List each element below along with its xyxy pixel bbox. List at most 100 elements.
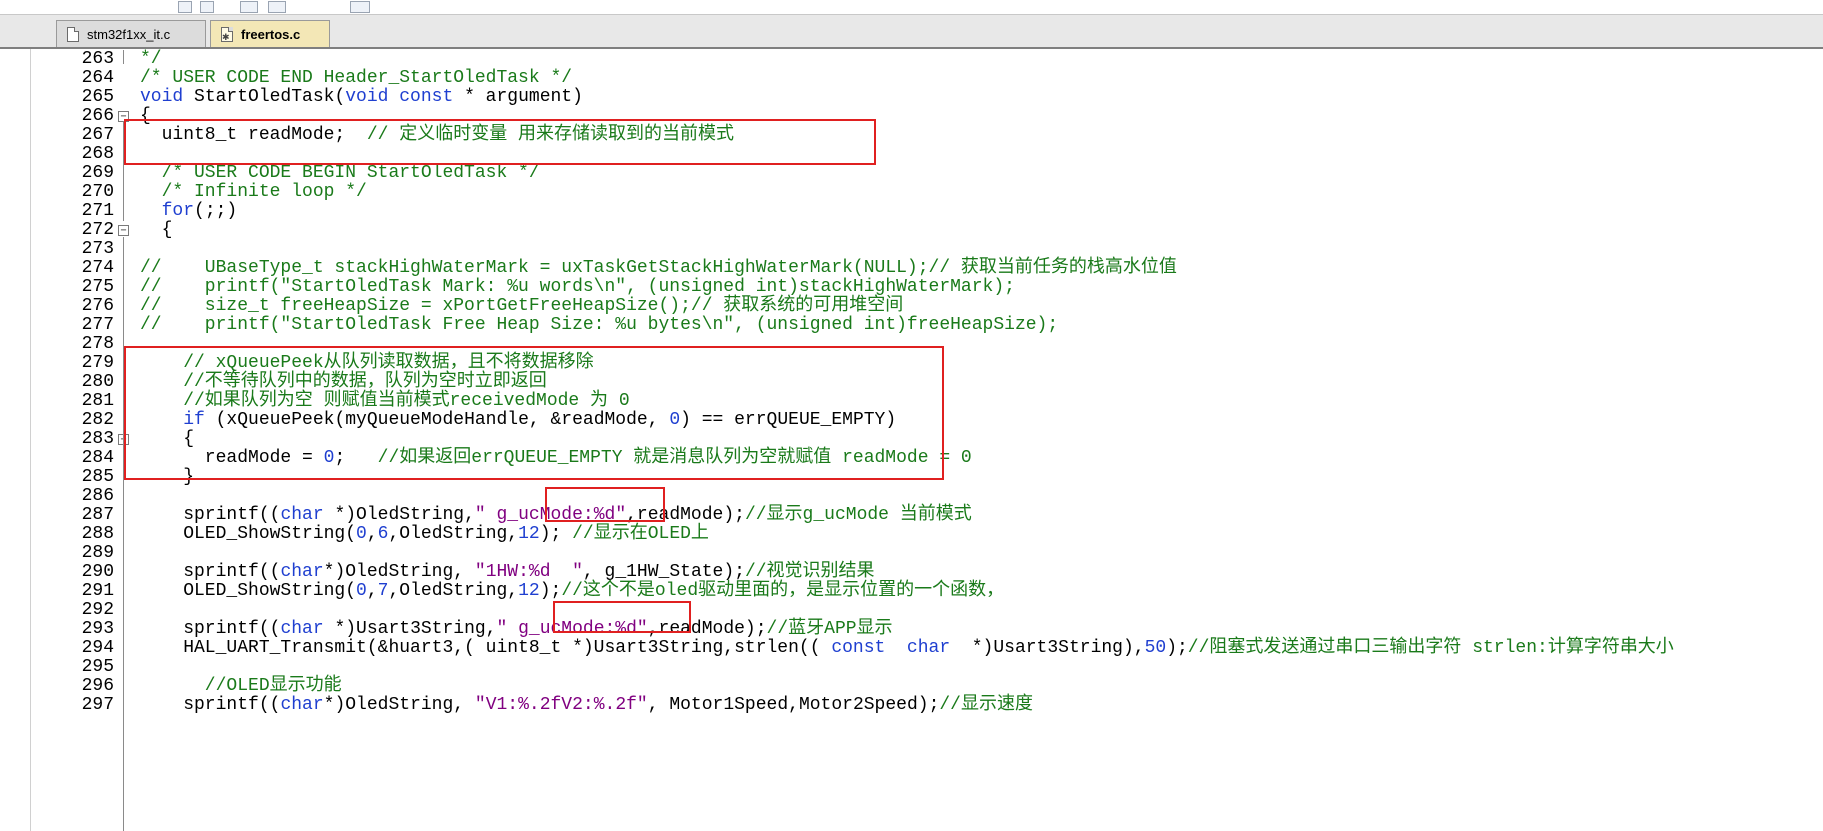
code-line[interactable]: 263 */	[0, 50, 1823, 69]
tab-label: stm32f1xx_it.c	[87, 26, 171, 42]
toolbar	[0, 0, 1823, 15]
code-line[interactable]: 297 sprintf((char*)OledString, "V1:%.2fV…	[0, 696, 1823, 715]
code-token: 50	[1144, 638, 1167, 658]
code-text: //OLED显示功能	[140, 677, 342, 696]
code-line[interactable]: 289	[0, 544, 1823, 563]
code-token: sprintf((	[140, 695, 281, 715]
code-token: //蓝牙APP显示	[766, 619, 893, 639]
line-number: 267	[81, 125, 114, 145]
code-line[interactable]: 276 // size_t freeHeapSize = xPortGetFree…	[0, 297, 1823, 316]
code-line[interactable]: 291 OLED_ShowString(0,7,OledString,12);/…	[0, 582, 1823, 601]
line-number: 264	[81, 68, 114, 88]
fold-toggle-icon[interactable]: −	[118, 225, 129, 236]
toolbar-button[interactable]	[268, 1, 286, 13]
line-number: 297	[81, 695, 114, 715]
code-line[interactable]: 287 sprintf((char *)OledString," g_ucMod…	[0, 506, 1823, 525]
code-line[interactable]: 293 sprintf((char *)Usart3String," g_ucM…	[0, 620, 1823, 639]
code-line[interactable]: 270 /* Infinite loop */	[0, 183, 1823, 202]
code-line[interactable]: 283− {	[0, 430, 1823, 449]
code-token: //显示速度	[939, 695, 1033, 715]
code-line[interactable]: 272− {	[0, 221, 1823, 240]
code-text: //不等待队列中的数据，队列为空时立即返回	[140, 373, 547, 392]
code-line[interactable]: 268	[0, 145, 1823, 164]
code-token: sprintf((	[140, 562, 281, 582]
toolbar-button[interactable]	[178, 1, 192, 13]
line-number: 295	[81, 657, 114, 677]
code-text: sprintf((char*)OledString, "1HW:%d ", g_…	[140, 562, 875, 582]
line-number: 280	[81, 372, 114, 392]
line-number: 289	[81, 543, 114, 563]
code-token: */	[140, 49, 162, 69]
code-token: *)Usart3String),	[950, 638, 1145, 658]
code-token: StartOledTask(	[183, 87, 346, 107]
line-number: 265	[81, 87, 114, 107]
code-line[interactable]: 271 for(;;)	[0, 202, 1823, 221]
code-token: char	[280, 505, 324, 525]
code-text: for(;;)	[140, 201, 238, 221]
code-editor[interactable]: 263 */ 264 /* USER CODE END Header_StartOle…	[0, 49, 1823, 831]
code-token: //视觉识别结果	[744, 562, 875, 582]
toolbar-button[interactable]	[200, 1, 214, 13]
code-token: 12	[518, 524, 540, 544]
code-token: sprintf((	[140, 619, 281, 639]
code-line[interactable]: 279 // xQueuePeek从队列读取数据，且不将数据移除	[0, 354, 1823, 373]
code-line[interactable]: 278	[0, 335, 1823, 354]
code-text: // UBaseType_t stackHighWaterMark = uxTa…	[140, 259, 1177, 278]
code-text: // printf("StartOledTask Mark: %u words\…	[140, 278, 1015, 297]
modified-file-icon	[221, 26, 233, 43]
code-line[interactable]: 292	[0, 601, 1823, 620]
code-line[interactable]: 281 //如果队列为空 则赋值当前模式receivedMode 为 0	[0, 392, 1823, 411]
code-text: /* USER CODE BEGIN StartOledTask */	[140, 164, 540, 183]
tab-freertos-c[interactable]: freertos.c	[210, 20, 330, 47]
code-text: */	[140, 50, 162, 69]
code-token: {	[140, 106, 151, 126]
line-number: 268	[81, 144, 114, 164]
code-token: 0	[356, 524, 367, 544]
code-line[interactable]: 273	[0, 240, 1823, 259]
code-token: ,OledString,	[388, 524, 519, 544]
line-number: 270	[81, 182, 114, 202]
code-line[interactable]: 277 // printf("StartOledTask Free Heap Si…	[0, 316, 1823, 335]
code-token: *)Usart3String,	[323, 619, 497, 639]
toolbar-button[interactable]	[350, 1, 370, 13]
code-line[interactable]: 269 /* USER CODE BEGIN StartOledTask */	[0, 164, 1823, 183]
code-token: OLED_ShowString(	[140, 581, 357, 601]
code-token: // printf("StartOledTask Free Heap Size:…	[140, 315, 1059, 335]
code-line[interactable]: 284 readMode = 0; //如果返回errQUEUE_EMPTY 就…	[0, 449, 1823, 468]
code-line[interactable]: 285 }	[0, 468, 1823, 487]
toolbar-button[interactable]	[240, 1, 258, 13]
code-text: {	[140, 107, 151, 126]
code-text: // xQueuePeek从队列读取数据，且不将数据移除	[140, 353, 594, 373]
code-text: /* USER CODE END Header_StartOledTask */	[140, 69, 572, 88]
line-number: 279	[81, 353, 114, 373]
code-token: char	[280, 562, 324, 582]
code-line[interactable]: 280 //不等待队列中的数据，队列为空时立即返回	[0, 373, 1823, 392]
code-token: ) == errQUEUE_EMPTY)	[680, 410, 897, 430]
code-token: *)OledString,	[323, 505, 475, 525]
code-line[interactable]: 266−{	[0, 107, 1823, 126]
code-token: (xQueuePeek(myQueueModeHandle, &readMode…	[204, 410, 670, 430]
code-line[interactable]: 265 void StartOledTask(void const * argum…	[0, 88, 1823, 107]
code-line[interactable]: 290 sprintf((char*)OledString, "1HW:%d "…	[0, 563, 1823, 582]
code-line[interactable]: 296 //OLED显示功能	[0, 677, 1823, 696]
code-token: // xQueuePeek从队列读取数据，且不将数据移除	[140, 353, 594, 373]
code-token: OLED_ShowString(	[140, 524, 357, 544]
code-line[interactable]: 288 OLED_ShowString(0,6,OledString,12); …	[0, 525, 1823, 544]
code-token: // size_t freeHeapSize = xPortGetFreeHea…	[140, 296, 904, 316]
code-line[interactable]: 294 HAL_UART_Transmit(&huart3,( uint8_t …	[0, 639, 1823, 658]
code-line[interactable]: 275 // printf("StartOledTask Mark: %u wor…	[0, 278, 1823, 297]
code-token: "1HW:%d "	[474, 562, 583, 582]
tab-label: freertos.c	[241, 26, 301, 42]
code-line[interactable]: 264 /* USER CODE END Header_StartOledTask…	[0, 69, 1823, 88]
code-line[interactable]: 274 // UBaseType_t stackHighWaterMark = u…	[0, 259, 1823, 278]
code-token: char	[280, 619, 324, 639]
tab-stm32f1xx-it-c[interactable]: stm32f1xx_it.c	[56, 20, 206, 47]
code-token: uint8_t readMode;	[140, 125, 367, 145]
code-line[interactable]: 267 uint8_t readMode; // 定义临时变量 用来存储读取到的…	[0, 126, 1823, 145]
code-line[interactable]: 286	[0, 487, 1823, 506]
code-line[interactable]: 295	[0, 658, 1823, 677]
code-token: 0	[356, 581, 367, 601]
code-line[interactable]: 282 if (xQueuePeek(myQueueModeHandle, &r…	[0, 411, 1823, 430]
